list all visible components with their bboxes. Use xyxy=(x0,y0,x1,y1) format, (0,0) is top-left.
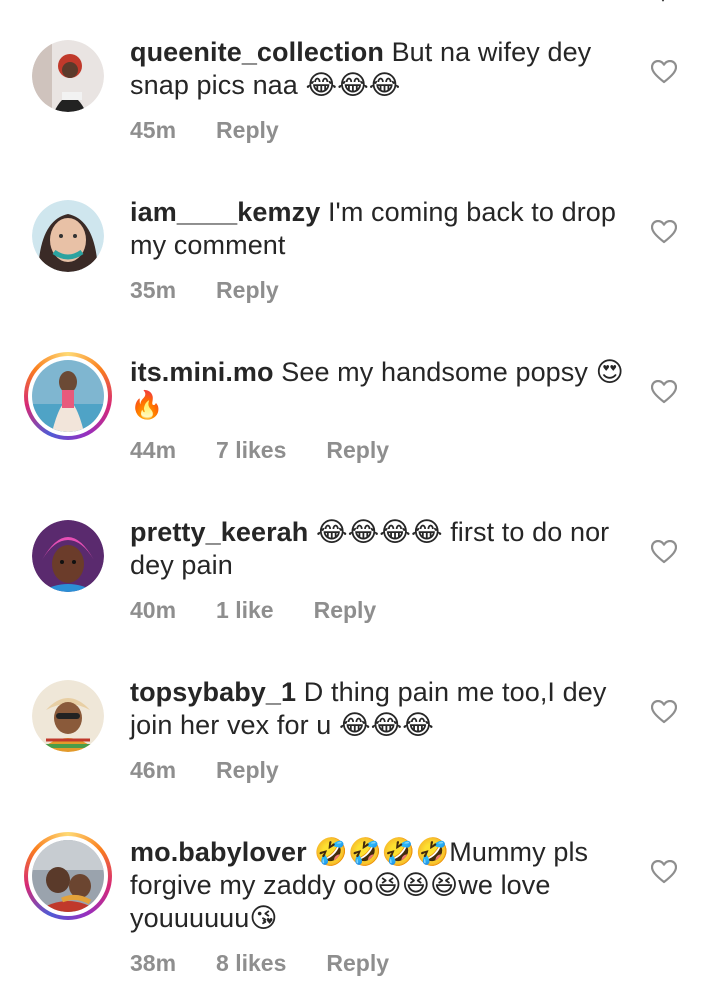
avatar-image xyxy=(32,40,104,112)
avatar-image xyxy=(32,200,104,272)
avatar-image xyxy=(32,360,104,432)
avatar[interactable] xyxy=(32,200,104,272)
reply-button[interactable]: Reply xyxy=(314,597,377,623)
heart-icon[interactable] xyxy=(651,860,677,884)
comment-time: 38m xyxy=(130,950,177,976)
reply-button[interactable]: Reply xyxy=(216,117,279,143)
comment-time: 46m xyxy=(130,757,177,783)
avatar-story-ring[interactable] xyxy=(24,832,112,920)
heart-icon[interactable] xyxy=(651,60,677,84)
avatar-image xyxy=(32,520,104,592)
avatar-image xyxy=(32,680,104,752)
avatar[interactable] xyxy=(32,40,104,112)
comment-username[interactable]: iam____kemzy xyxy=(130,197,320,227)
comment-likes[interactable]: 1 like xyxy=(216,597,274,623)
avatar-story-ring[interactable] xyxy=(24,352,112,440)
comment-time: 45m xyxy=(130,117,177,143)
comment-time: 40m xyxy=(130,597,177,623)
avatar[interactable] xyxy=(32,680,104,752)
comment-time: 44m xyxy=(130,437,177,463)
avatar[interactable] xyxy=(32,520,104,592)
heart-icon[interactable] xyxy=(651,220,677,244)
heart-icon[interactable] xyxy=(651,700,677,724)
reply-button[interactable]: Reply xyxy=(326,950,389,976)
comment-likes[interactable]: 8 likes xyxy=(216,950,286,976)
reply-button[interactable]: Reply xyxy=(216,277,279,303)
comment-username[interactable]: topsybaby_1 xyxy=(130,677,296,707)
comment-time: 35m xyxy=(130,277,177,303)
comment-username[interactable]: mo.babylover xyxy=(130,837,307,867)
avatar-image xyxy=(32,840,104,912)
reply-button[interactable]: Reply xyxy=(326,437,389,463)
heart-icon[interactable] xyxy=(651,540,677,564)
heart-icon[interactable] xyxy=(651,380,677,404)
comment-username[interactable]: its.mini.mo xyxy=(130,357,274,387)
comment-username[interactable]: queenite_collection xyxy=(130,37,384,67)
chevron-icon xyxy=(661,0,665,2)
reply-button[interactable]: Reply xyxy=(216,757,279,783)
comment-username[interactable]: pretty_keerah xyxy=(130,517,308,547)
comment-likes[interactable]: 7 likes xyxy=(216,437,286,463)
